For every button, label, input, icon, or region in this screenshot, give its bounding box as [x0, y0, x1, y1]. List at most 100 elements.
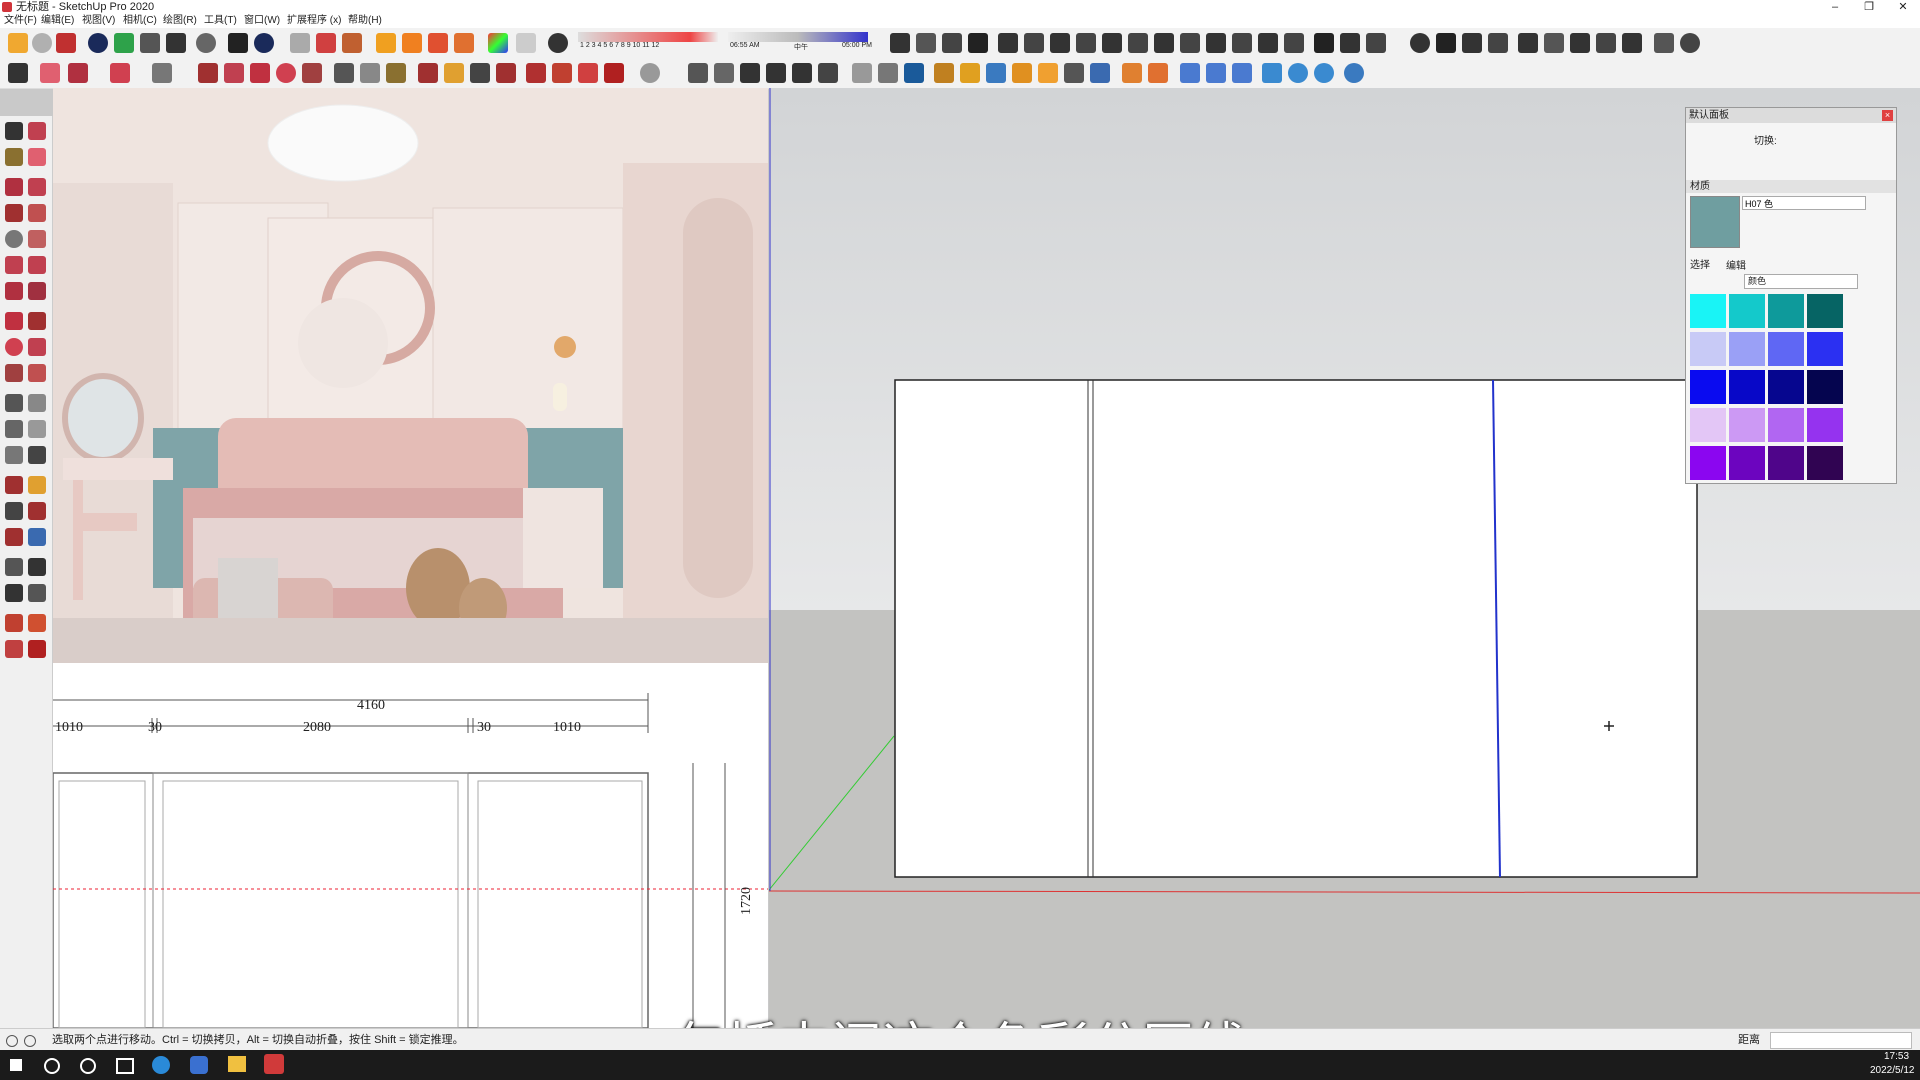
look-around-icon[interactable]	[28, 558, 46, 576]
color-swatch[interactable]	[1690, 370, 1726, 404]
tab-select[interactable]: 选择	[1690, 256, 1710, 271]
color-swatch[interactable]	[1807, 294, 1843, 328]
push-pull-icon[interactable]	[198, 63, 218, 83]
zoom-extents-tool-icon[interactable]	[5, 528, 23, 546]
dimension-icon[interactable]	[878, 63, 898, 83]
weld-icon[interactable]	[1206, 33, 1226, 53]
ruby-icon[interactable]	[604, 63, 624, 83]
tape-measure-icon[interactable]	[334, 63, 354, 83]
follow-me-icon[interactable]	[224, 63, 244, 83]
ext-warehouse-tool-icon[interactable]	[28, 614, 46, 632]
warehouse-icon[interactable]	[8, 33, 28, 53]
chart-icon[interactable]	[968, 33, 988, 53]
ruby-tool-icon[interactable]	[28, 640, 46, 658]
zoom-icon[interactable]	[470, 63, 490, 83]
rectangle-icon[interactable]	[152, 63, 172, 83]
path-icon[interactable]	[1366, 33, 1386, 53]
pan-icon[interactable]	[444, 63, 464, 83]
color-swatch[interactable]	[1690, 446, 1726, 480]
menu-edit[interactable]: 编辑(E)	[41, 14, 74, 28]
line-tool-icon[interactable]	[942, 33, 962, 53]
fillet-icon[interactable]	[1102, 33, 1122, 53]
layer-icon[interactable]	[1258, 33, 1278, 53]
gear-icon[interactable]	[196, 33, 216, 53]
cloud-c-icon[interactable]	[1232, 63, 1252, 83]
wall-icon[interactable]	[916, 33, 936, 53]
file-explorer-icon[interactable]	[228, 1056, 246, 1072]
windows-start-icon[interactable]	[10, 1059, 22, 1071]
dimension-tool-icon[interactable]	[28, 394, 46, 412]
curve-icon[interactable]	[1050, 33, 1070, 53]
zoom-tool-icon[interactable]	[5, 502, 23, 520]
scale-icon[interactable]	[302, 63, 322, 83]
line-draw-icon[interactable]	[5, 178, 23, 196]
menu-tools[interactable]: 工具(T)	[204, 14, 237, 28]
bend-icon[interactable]	[1314, 33, 1334, 53]
mirror-icon[interactable]	[1518, 33, 1538, 53]
shadow-time-slider[interactable]	[728, 32, 868, 42]
door-icon[interactable]	[1570, 33, 1590, 53]
share-icon[interactable]	[578, 63, 598, 83]
grid-icon[interactable]	[140, 33, 160, 53]
flip-edge-icon[interactable]	[1064, 63, 1084, 83]
front-view-icon[interactable]	[740, 63, 760, 83]
stairs-icon[interactable]	[890, 33, 910, 53]
back-view-icon[interactable]	[792, 63, 812, 83]
followme-tool-icon[interactable]	[28, 338, 46, 356]
text-tool-icon[interactable]	[28, 420, 46, 438]
k-app-icon[interactable]	[190, 1056, 208, 1074]
arc-icon[interactable]	[1076, 33, 1096, 53]
solid-subtract-icon[interactable]	[1148, 63, 1168, 83]
minimize-button[interactable]: –	[1818, 0, 1852, 14]
cloud-a-icon[interactable]	[1180, 63, 1200, 83]
paint-bucket-icon[interactable]	[386, 63, 406, 83]
rect-tool-icon[interactable]	[5, 204, 23, 222]
3d-text-icon[interactable]	[28, 446, 46, 464]
color-swatch[interactable]	[1690, 408, 1726, 442]
reload-icon[interactable]	[1314, 63, 1334, 83]
color-swatch[interactable]	[1768, 332, 1804, 366]
task-view-icon[interactable]	[116, 1058, 134, 1074]
color-swatch[interactable]	[1729, 294, 1765, 328]
freehand-icon[interactable]	[28, 178, 46, 196]
sketchup-taskbar-icon[interactable]	[264, 1054, 284, 1074]
position-camera-icon[interactable]	[5, 558, 23, 576]
zoom-window-icon[interactable]	[28, 502, 46, 520]
refresh-icon[interactable]	[32, 33, 52, 53]
pointer-icon[interactable]	[516, 33, 536, 53]
axes-icon[interactable]	[5, 446, 23, 464]
pan-tool-icon[interactable]	[28, 476, 46, 494]
menu-extensions[interactable]: 扩展程序 (x)	[287, 14, 341, 28]
color-swatch[interactable]	[1768, 408, 1804, 442]
plugin-icon[interactable]	[428, 33, 448, 53]
pushpull-tool-icon[interactable]	[28, 312, 46, 330]
extension-warehouse-icon[interactable]	[552, 63, 572, 83]
add-icon[interactable]	[88, 33, 108, 53]
shadow-toggle-icon[interactable]	[548, 33, 568, 53]
color-swatch[interactable]	[1729, 446, 1765, 480]
color-swatch[interactable]	[1768, 294, 1804, 328]
brush-icon[interactable]	[1622, 33, 1642, 53]
menu-camera[interactable]: 相机(C)	[123, 14, 157, 28]
zoom-extents-icon[interactable]	[496, 63, 516, 83]
color-swatch[interactable]	[1690, 294, 1726, 328]
rotate-icon[interactable]	[1128, 33, 1148, 53]
wave-icon[interactable]	[1340, 33, 1360, 53]
tree-icon[interactable]	[114, 33, 134, 53]
tab-edit[interactable]: 编辑	[1726, 257, 1746, 272]
piano-icon[interactable]	[1462, 33, 1482, 53]
orbit-tool-icon[interactable]	[5, 476, 23, 494]
settings-icon[interactable]	[1288, 63, 1308, 83]
scale-tool-icon[interactable]	[5, 364, 23, 382]
arc2-icon[interactable]	[28, 256, 46, 274]
menu-file[interactable]: 文件(F)	[4, 14, 37, 28]
orbit-icon[interactable]	[418, 63, 438, 83]
color-swatch[interactable]	[1807, 408, 1843, 442]
right-view-icon[interactable]	[766, 63, 786, 83]
tape-tool-icon[interactable]	[5, 394, 23, 412]
search-icon[interactable]	[44, 1058, 60, 1074]
rotate-tool2-icon[interactable]	[5, 338, 23, 356]
shadow-month-slider[interactable]	[578, 32, 718, 42]
color-icon[interactable]	[488, 33, 508, 53]
layout-icon[interactable]	[5, 640, 23, 658]
